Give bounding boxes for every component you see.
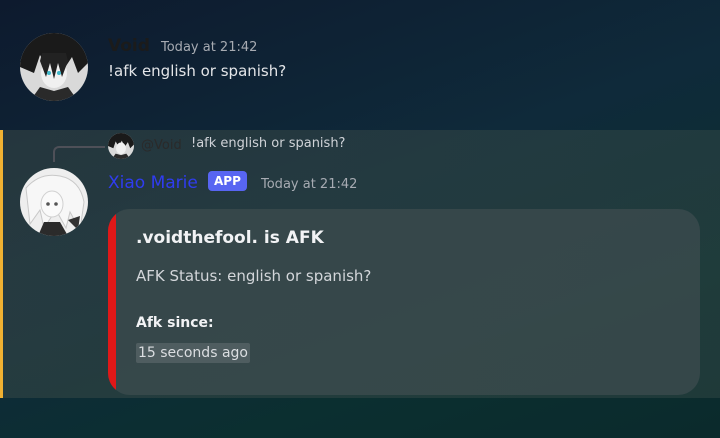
embed-field-name: Afk since:	[136, 315, 214, 331]
app-badge: APP	[208, 171, 247, 191]
username[interactable]: Void	[108, 36, 150, 56]
timestamp[interactable]: Today at 21:42	[261, 177, 357, 192]
mention-highlight-bar	[0, 130, 3, 398]
embed-accent-bar	[108, 209, 116, 395]
chat-background	[0, 398, 720, 438]
embed-description: AFK Status: english or spanish?	[136, 267, 372, 285]
reply-connector	[53, 146, 105, 162]
reply-mention[interactable]: @Void	[141, 138, 182, 153]
username-bot[interactable]: Xiao Marie	[108, 173, 198, 193]
embed-field-value: 15 seconds ago	[136, 343, 250, 363]
avatar-void[interactable]	[20, 33, 88, 101]
message-xiao-marie: @Void !afk english or spanish? Xiao Mari…	[0, 130, 720, 398]
afk-embed: .voidthefool. is AFK AFK Status: english…	[108, 209, 700, 395]
message-content: !afk english or spanish?	[108, 62, 287, 80]
avatar-xiao-marie[interactable]	[20, 168, 88, 236]
message-void: Void Today at 21:42 !afk english or span…	[0, 0, 720, 130]
reply-preview[interactable]: !afk english or spanish?	[191, 136, 345, 151]
reply-avatar[interactable]	[108, 133, 134, 159]
timestamp[interactable]: Today at 21:42	[161, 40, 257, 55]
embed-title: .voidthefool. is AFK	[136, 228, 324, 248]
